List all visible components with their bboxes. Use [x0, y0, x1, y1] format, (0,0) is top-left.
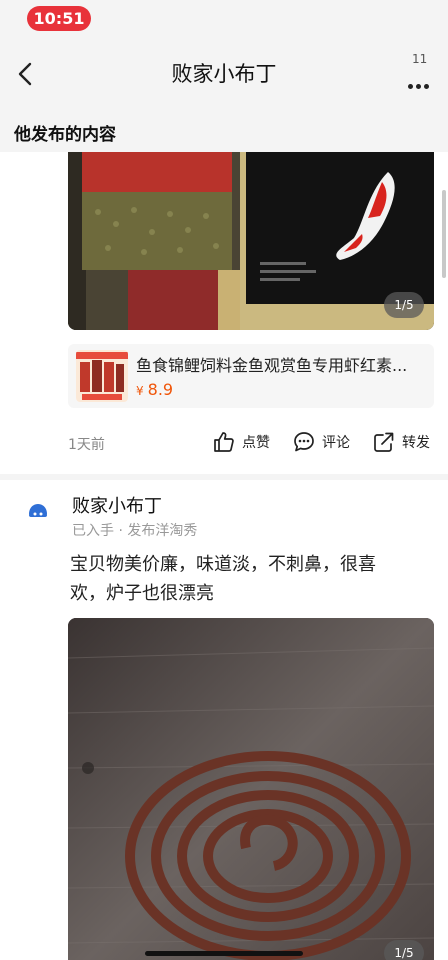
status-time: 10:51: [27, 6, 91, 31]
product-title: 鱼食锦鲤饲料金鱼观赏鱼专用虾红素...: [136, 356, 408, 375]
image-counter: 1/5: [384, 292, 424, 318]
comment-bubble-icon: [294, 432, 314, 452]
thumbs-up-icon: [214, 432, 234, 452]
more-button[interactable]: 11: [404, 50, 440, 90]
status-bar: 10:51: [0, 0, 448, 40]
post-text: 宝贝物美价廉，味道淡，不刺鼻，很喜欢，炉子也很漂亮: [70, 554, 376, 604]
like-button[interactable]: 点赞: [212, 428, 270, 456]
more-dots-icon: [408, 74, 432, 93]
section-heading: 他发布的内容: [14, 125, 116, 145]
share-icon: [374, 432, 394, 452]
comment-label: 评论: [322, 435, 350, 451]
more-count: 11: [412, 52, 428, 66]
post-card: 1/5 鱼食锦鲤饲料金鱼观赏鱼专用虾红素... ¥8.9 1天前 点赞 评论 转…: [0, 152, 448, 474]
post-time: 1天前: [68, 437, 105, 453]
top-nav: 败家小布丁 11: [0, 40, 448, 108]
avatar[interactable]: [26, 500, 50, 524]
fish-food-photo: [68, 152, 434, 330]
home-indicator[interactable]: [145, 951, 303, 956]
page-title: 败家小布丁: [171, 62, 277, 86]
image-counter-2: 1/5: [384, 940, 424, 960]
price-value: 8.9: [147, 380, 174, 399]
comment-button[interactable]: 评论: [292, 428, 350, 456]
product-price: ¥8.9: [136, 380, 173, 399]
avatar-icon: [29, 504, 47, 517]
share-button[interactable]: 转发: [372, 428, 430, 456]
post-meta: 已入手 · 发布洋淘秀: [72, 523, 198, 539]
product-thumbnail: [76, 350, 128, 402]
mosquito-coil-photo: [68, 618, 434, 960]
post-image[interactable]: 1/5: [68, 152, 434, 330]
post-card-2: 败家小布丁 已入手 · 发布洋淘秀 宝贝物美价廉，味道淡，不刺鼻，很喜欢，炉子也…: [0, 480, 448, 960]
scrollbar[interactable]: [442, 190, 446, 278]
back-button[interactable]: [10, 54, 46, 94]
product-card[interactable]: 鱼食锦鲤饲料金鱼观赏鱼专用虾红素... ¥8.9: [68, 344, 434, 408]
chevron-left-icon: [18, 62, 32, 86]
post-image-2[interactable]: 1/5: [68, 618, 434, 960]
like-label: 点赞: [242, 435, 270, 451]
username[interactable]: 败家小布丁: [72, 492, 162, 518]
product-thumbnail-image: [76, 350, 128, 402]
price-currency: ¥: [136, 384, 144, 398]
share-label: 转发: [402, 435, 430, 451]
